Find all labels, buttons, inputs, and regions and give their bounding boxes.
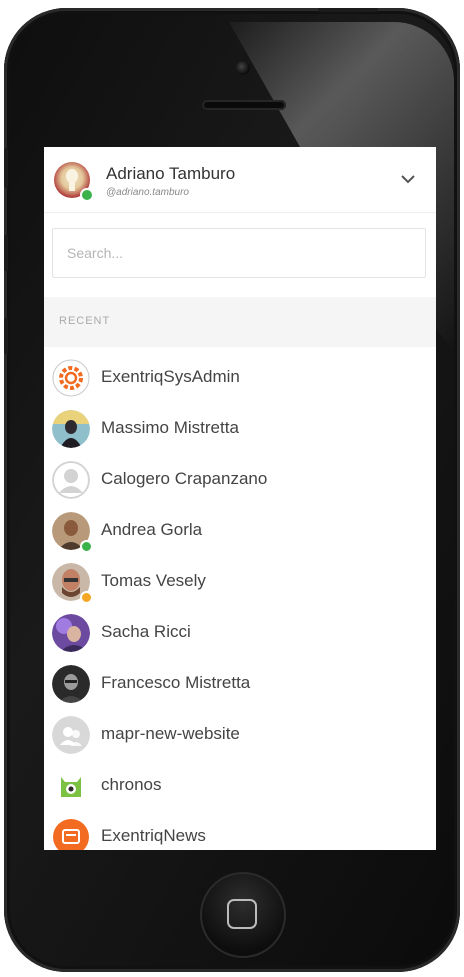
list-item-exentriqsysadmin[interactable]: ExentriqSysAdmin xyxy=(44,353,436,404)
contact-name: Massimo Mistretta xyxy=(101,418,239,437)
recent-section-header: RECENT xyxy=(44,297,436,347)
contact-name: Calogero Crapanzano xyxy=(101,469,268,488)
power-button xyxy=(318,8,378,12)
away-status-dot xyxy=(80,591,93,604)
avatar-photo xyxy=(52,665,90,703)
user-handle: @adriano.tamburo xyxy=(106,187,189,198)
contact-name: Tomas Vesely xyxy=(101,571,206,590)
list-item-massimo-mistretta[interactable]: Massimo Mistretta xyxy=(44,404,436,455)
volume-down-button xyxy=(4,318,8,354)
list-item-andrea-gorla[interactable]: Andrea Gorla xyxy=(44,506,436,557)
avatar-photo xyxy=(52,410,90,448)
online-status-dot xyxy=(80,540,93,553)
default-user-icon xyxy=(52,461,90,499)
gear-logo-icon xyxy=(52,359,90,397)
contact-name: chronos xyxy=(101,775,162,794)
avatar-photo xyxy=(52,614,90,652)
home-button[interactable] xyxy=(200,872,286,958)
user-name: Adriano Tamburo xyxy=(106,164,236,183)
list-item-calogero-crapanzano[interactable]: Calogero Crapanzano xyxy=(44,455,436,506)
section-label: RECENT xyxy=(59,315,111,327)
list-item-sacha-ricci[interactable]: Sacha Ricci xyxy=(44,608,436,659)
monster-icon xyxy=(52,767,90,805)
list-item-chronos[interactable]: chronos xyxy=(44,761,436,812)
list-item-mapr-new-website[interactable]: mapr-new-website xyxy=(44,710,436,761)
list-item-francesco-mistretta[interactable]: Francesco Mistretta xyxy=(44,659,436,710)
contact-name: ExentriqNews xyxy=(101,826,206,845)
list-item-exentriqnews[interactable]: ExentriqNews xyxy=(44,812,436,850)
volume-up-button xyxy=(4,235,8,271)
contact-name: Sacha Ricci xyxy=(101,622,191,641)
contact-name: mapr-new-website xyxy=(101,724,240,743)
user-online-status-dot xyxy=(80,188,94,202)
contact-name: ExentriqSysAdmin xyxy=(101,367,240,386)
contact-name: Andrea Gorla xyxy=(101,520,203,539)
mute-switch xyxy=(4,148,8,188)
news-logo-icon xyxy=(53,819,89,850)
list-item-tomas-vesely[interactable]: Tomas Vesely xyxy=(44,557,436,608)
search-input[interactable] xyxy=(52,228,426,278)
app-screen: Adriano Tamburo @adriano.tamburo RECENT … xyxy=(44,147,436,850)
user-header[interactable]: Adriano Tamburo @adriano.tamburo xyxy=(44,147,436,213)
group-icon xyxy=(52,716,90,754)
home-square-icon xyxy=(227,899,257,929)
contact-name: Francesco Mistretta xyxy=(101,673,251,692)
earpiece-speaker xyxy=(202,100,286,110)
chevron-down-icon[interactable] xyxy=(398,171,418,187)
front-camera xyxy=(236,61,250,75)
